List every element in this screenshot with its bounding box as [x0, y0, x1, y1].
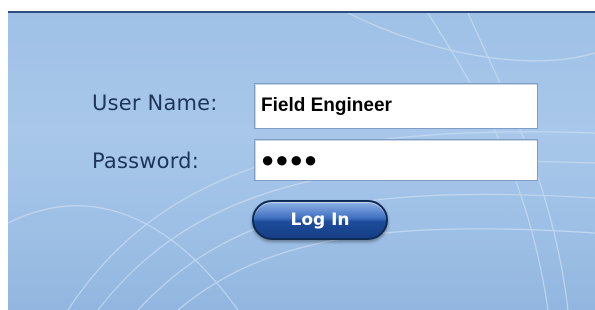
- password-input[interactable]: [254, 139, 538, 181]
- user-name-input[interactable]: [254, 83, 538, 129]
- log-in-button[interactable]: Log In: [252, 200, 388, 240]
- password-label: Password:: [92, 149, 199, 173]
- login-panel: User Name: Password: Log In: [8, 11, 595, 310]
- user-name-label: User Name:: [92, 91, 218, 115]
